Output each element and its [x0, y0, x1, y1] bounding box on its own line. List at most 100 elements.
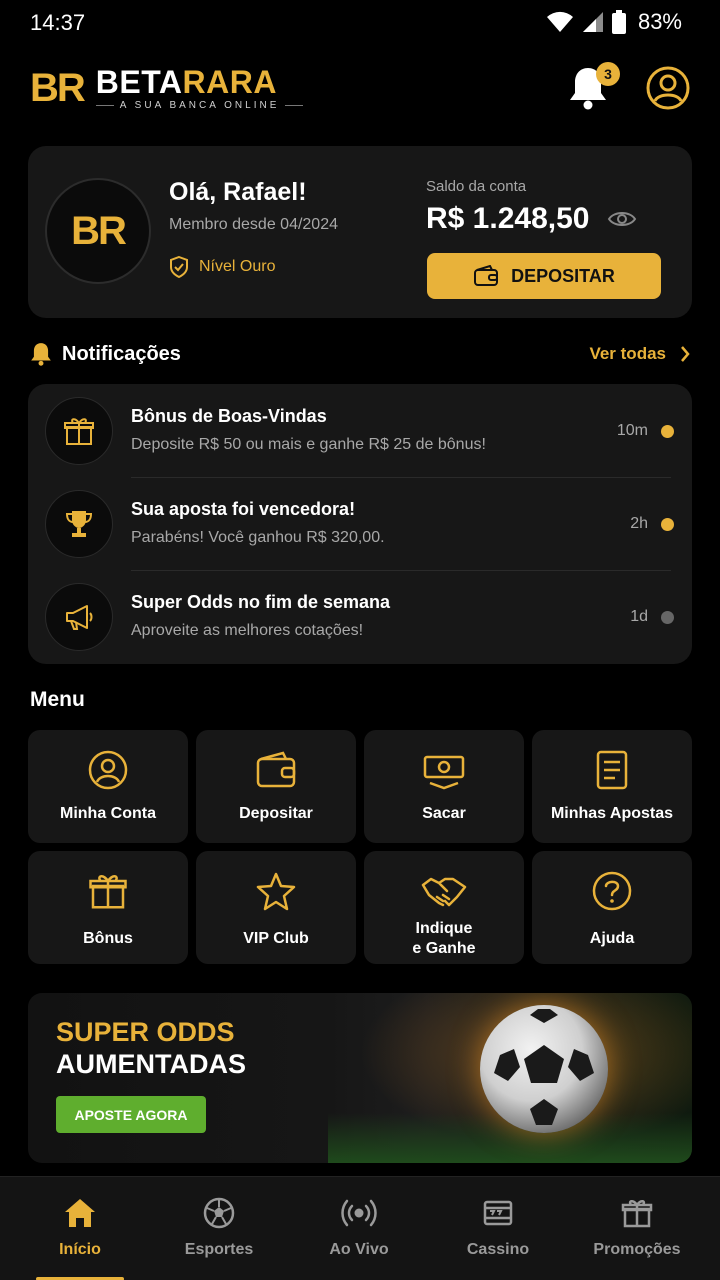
notification-item[interactable]: Super Odds no fim de semana Aproveite as… — [28, 570, 692, 663]
see-all-label: Ver todas — [589, 344, 666, 363]
notification-count-badge: 3 — [596, 62, 620, 86]
chevron-right-icon — [680, 345, 690, 363]
menu-item-minhas-apostas[interactable]: Minhas Apostas — [532, 730, 692, 843]
menu-item-sacar[interactable]: Sacar — [364, 730, 524, 843]
gift-icon — [28, 871, 188, 911]
promo-banner[interactable]: SUPER ODDS AUMENTADAS APOSTE AGORA — [28, 993, 692, 1163]
balance-value: R$ 1.248,50 — [426, 202, 590, 235]
status-bar: 14:37 83% — [0, 0, 720, 44]
notifications-title: Notificações — [62, 342, 181, 365]
nav-item-esportes[interactable]: Esportes — [159, 1177, 279, 1280]
home-icon — [20, 1197, 140, 1229]
user-circle-icon — [646, 66, 690, 110]
trophy-icon — [45, 490, 113, 558]
avatar[interactable]: BR — [45, 178, 151, 284]
battery-percent: 83% — [637, 9, 682, 34]
notification-desc: Deposite R$ 50 ou mais e ganhe R$ 25 de … — [131, 436, 486, 453]
notification-item[interactable]: Bônus de Boas-Vindas Deposite R$ 50 ou m… — [28, 384, 692, 477]
menu-item-label: Minha Conta — [60, 805, 156, 822]
menu-item-label: Bônus — [83, 930, 133, 947]
menu-title: Menu — [30, 688, 85, 711]
menu-item-minha-conta[interactable]: Minha Conta — [28, 730, 188, 843]
menu-item-vip-club[interactable]: VIP Club — [196, 851, 356, 964]
gift-icon — [45, 397, 113, 465]
menu-item-label: Minhas Apostas — [550, 805, 674, 822]
logo-title-part1: BETA — [95, 64, 183, 100]
profile-button[interactable] — [646, 66, 690, 110]
user-icon — [28, 750, 188, 790]
notification-desc: Aproveite as melhores cotações! — [131, 622, 364, 639]
help-icon — [532, 871, 692, 911]
logo-title: BETARARA — [96, 66, 304, 98]
wallet-icon — [473, 265, 499, 287]
handshake-icon — [364, 871, 524, 911]
menu-item-label: Ajuda — [589, 930, 635, 947]
read-dot — [661, 611, 674, 624]
gift-icon — [577, 1197, 697, 1229]
tagline-text: A SUA BANCA ONLINE — [119, 100, 280, 111]
bell-icon — [30, 342, 52, 366]
notifications-button[interactable]: 3 — [568, 62, 620, 110]
unread-dot — [661, 425, 674, 438]
casino-icon — [438, 1197, 558, 1229]
notification-time: 2h — [630, 515, 648, 532]
level-text: Nível Ouro — [199, 258, 276, 275]
account-card: BR Olá, Rafael! Membro desde 04/2024 Nív… — [28, 146, 692, 318]
logo-mark: BR — [30, 66, 86, 110]
menu-item-indique-e-ganhe[interactable]: Indique e Ganhe — [364, 851, 524, 964]
member-since: Membro desde 04/2024 — [169, 216, 338, 233]
battery-icon — [611, 10, 626, 34]
soccer-ball-icon — [159, 1197, 279, 1229]
nav-item-ao-vivo[interactable]: Ao Vivo — [299, 1177, 419, 1280]
notification-time: 10m — [616, 422, 648, 439]
notification-item[interactable]: Sua aposta foi vencedora! Parabéns! Você… — [28, 477, 692, 570]
deposit-button-label: DEPOSITAR — [511, 265, 615, 286]
menu-item-ajuda[interactable]: Ajuda — [532, 851, 692, 964]
nav-label: Promoções — [593, 1241, 681, 1258]
brand-logo[interactable]: BR BETARARA A SUA BANCA ONLINE — [30, 66, 304, 111]
see-all-link[interactable]: Ver todas — [589, 344, 690, 364]
notification-desc: Parabéns! Você ganhou R$ 320,00. — [131, 529, 385, 546]
soccer-ball-image — [480, 1005, 608, 1133]
balance-label: Saldo da conta — [426, 178, 527, 195]
nav-item-cassino[interactable]: Cassino — [438, 1177, 558, 1280]
megaphone-icon — [45, 583, 113, 651]
avatar-mark: BR — [71, 208, 127, 253]
app-header: BR BETARARA A SUA BANCA ONLINE 3 — [30, 60, 690, 118]
status-time: 14:37 — [30, 10, 86, 35]
menu-item-label: Sacar — [422, 805, 466, 822]
nav-label: Ao Vivo — [329, 1241, 389, 1258]
unread-dot — [661, 518, 674, 531]
bottom-navigation: Início Esportes Ao Vivo Cassino Promoçõe… — [0, 1176, 720, 1280]
logo-title-part2: RARA — [182, 64, 277, 100]
bet-now-button[interactable]: APOSTE AGORA — [56, 1096, 206, 1133]
notification-title: Bônus de Boas-Vindas — [131, 406, 327, 426]
menu-item-label: VIP Club — [243, 930, 309, 947]
level-badge: Nível Ouro — [169, 256, 275, 278]
menu-item-bonus[interactable]: Bônus — [28, 851, 188, 964]
nav-item-promocoes[interactable]: Promoções — [577, 1177, 697, 1280]
eye-icon[interactable] — [607, 209, 637, 229]
menu-item-depositar[interactable]: Depositar — [196, 730, 356, 843]
notification-title: Sua aposta foi vencedora! — [131, 499, 356, 519]
logo-tagline: A SUA BANCA ONLINE — [95, 100, 304, 111]
wifi-icon — [546, 11, 574, 33]
shield-icon — [169, 256, 189, 278]
live-icon — [299, 1197, 419, 1229]
nav-label: Cassino — [466, 1241, 530, 1258]
nav-label: Esportes — [184, 1241, 254, 1258]
menu-item-label: Depositar — [239, 805, 313, 822]
promo-line2: AUMENTADAS — [56, 1049, 246, 1079]
cash-icon — [364, 750, 524, 790]
notification-title: Super Odds no fim de semana — [131, 592, 391, 612]
star-icon — [196, 871, 356, 911]
receipt-icon — [532, 750, 692, 790]
signal-icon — [582, 11, 604, 33]
menu-item-label: Indique e Ganhe — [412, 920, 476, 957]
notifications-list: Bônus de Boas-Vindas Deposite R$ 50 ou m… — [28, 384, 692, 664]
promo-line1: SUPER ODDS — [56, 1017, 235, 1047]
deposit-button[interactable]: DEPOSITAR — [427, 253, 661, 299]
notification-time: 1d — [630, 608, 648, 625]
notifications-section-header: Notificações Ver todas — [30, 340, 690, 370]
nav-item-inicio[interactable]: Início — [20, 1177, 140, 1280]
